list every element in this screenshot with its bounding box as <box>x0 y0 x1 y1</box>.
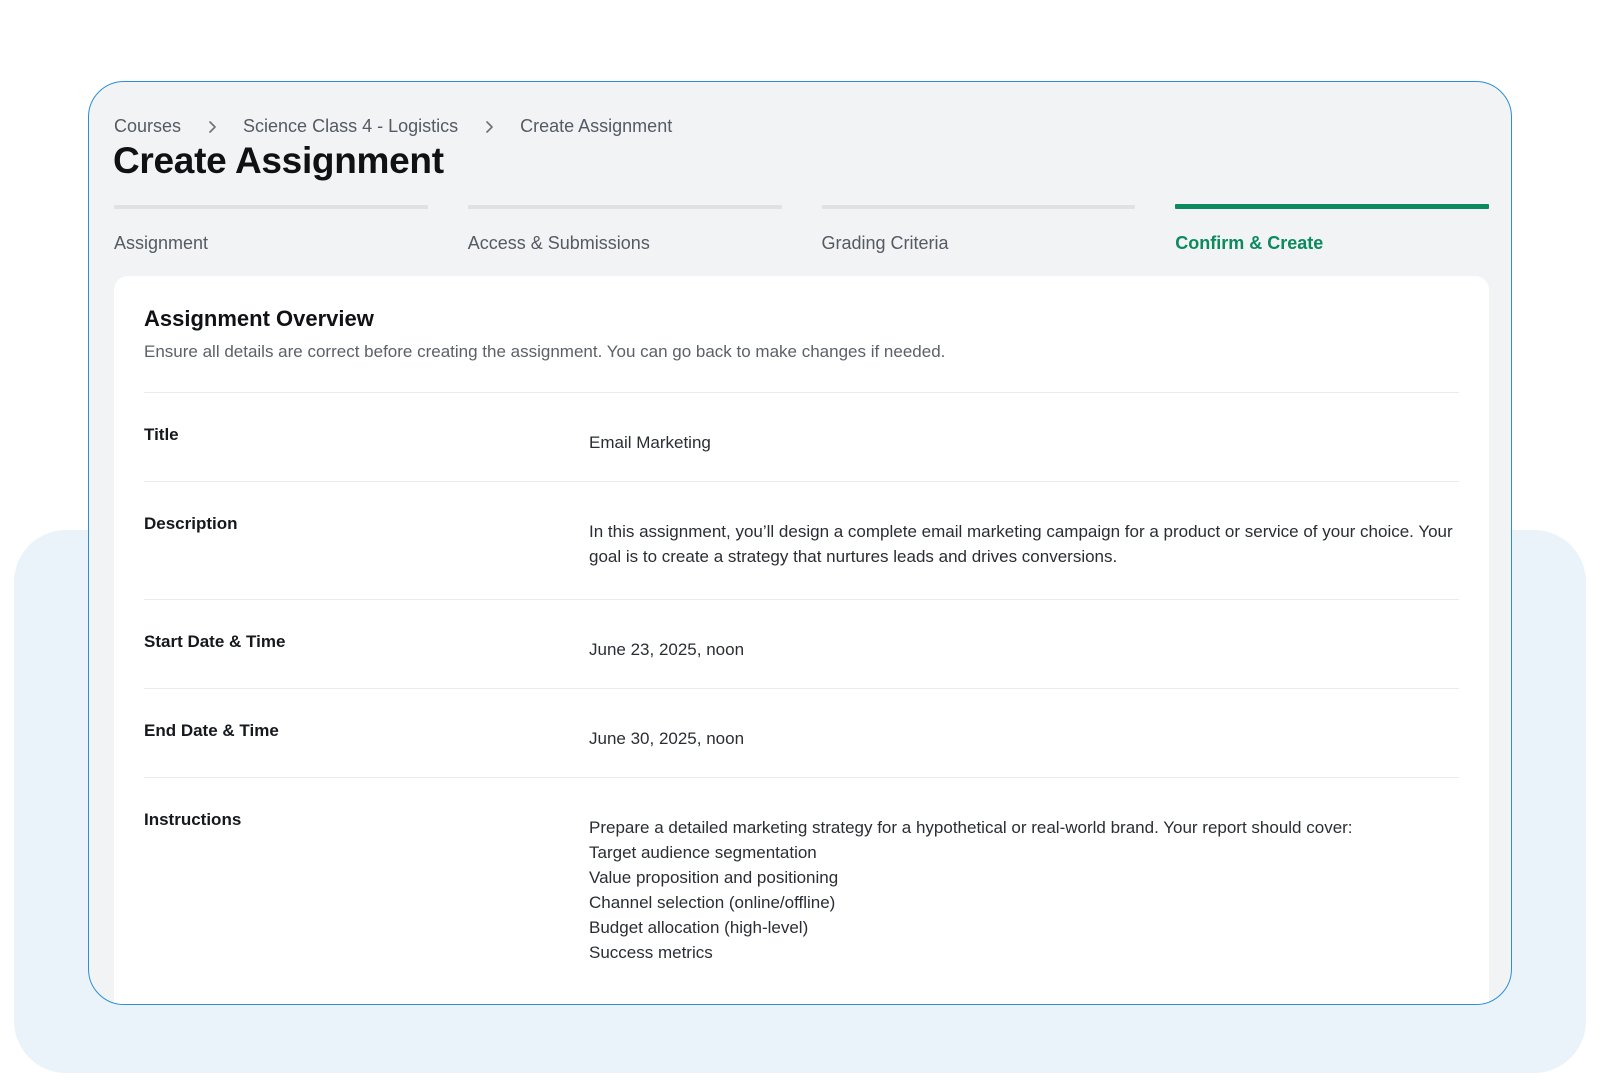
step-progress-bar <box>114 205 428 209</box>
step-access-submissions[interactable]: Access & Submissions <box>467 205 782 254</box>
field-value: Prepare a detailed marketing strategy fo… <box>589 810 1459 965</box>
field-label: End Date & Time <box>144 721 279 740</box>
breadcrumb-item-courses[interactable]: Courses <box>114 116 181 137</box>
overview-row-start-date: Start Date & Time June 23, 2025, noon <box>144 600 1459 689</box>
chevron-right-icon <box>181 116 243 137</box>
overview-row-title: Title Email Marketing <box>144 393 1459 482</box>
instruction-line: Value proposition and positioning <box>589 868 839 887</box>
step-label: Access & Submissions <box>467 233 650 253</box>
field-label: Instructions <box>144 810 242 829</box>
overview-row-description: Description In this assignment, you’ll d… <box>144 482 1459 600</box>
field-label: Start Date & Time <box>144 632 286 651</box>
instruction-line: Target audience segmentation <box>589 843 817 862</box>
field-value: Email Marketing <box>589 433 711 452</box>
instruction-line: Success metrics <box>589 943 713 962</box>
overview-list: Title Email Marketing Description In thi… <box>144 392 1459 995</box>
step-label: Confirm & Create <box>1175 233 1324 253</box>
field-value: June 23, 2025, noon <box>589 640 745 659</box>
step-progress-bar <box>821 205 1136 209</box>
step-label: Grading Criteria <box>821 233 949 253</box>
step-grading-criteria[interactable]: Grading Criteria <box>821 205 1136 254</box>
step-label: Assignment <box>114 233 209 253</box>
card-subtitle: Ensure all details are correct before cr… <box>144 342 946 361</box>
stepper: Assignment Access & Submissions Grading … <box>114 204 1489 254</box>
app-window: Courses Science Class 4 - Logistics Crea… <box>88 81 1512 1005</box>
field-value: In this assignment, you’ll design a comp… <box>589 522 1453 566</box>
page-title: Create Assignment <box>113 140 444 181</box>
step-assignment[interactable]: Assignment <box>114 205 428 254</box>
instruction-line: Channel selection (online/offline) <box>589 893 836 912</box>
instruction-line: Budget allocation (high-level) <box>589 918 809 937</box>
breadcrumb: Courses Science Class 4 - Logistics Crea… <box>114 116 672 137</box>
card-title: Assignment Overview <box>144 306 374 331</box>
overview-row-instructions: Instructions Prepare a detailed marketin… <box>144 778 1459 995</box>
instruction-line: Prepare a detailed marketing strategy fo… <box>589 818 1353 837</box>
breadcrumb-item-current: Create Assignment <box>520 116 673 136</box>
field-value: June 30, 2025, noon <box>589 729 745 748</box>
assignment-overview-card: Assignment Overview Ensure all details a… <box>114 276 1489 1004</box>
overview-row-end-date: End Date & Time June 30, 2025, noon <box>144 689 1459 778</box>
field-label: Title <box>144 425 179 444</box>
chevron-right-icon <box>458 116 520 137</box>
step-progress-bar <box>467 205 782 209</box>
step-confirm-create[interactable]: Confirm & Create <box>1175 204 1489 254</box>
breadcrumb-item-course[interactable]: Science Class 4 - Logistics <box>243 116 458 137</box>
step-progress-bar <box>1175 204 1489 209</box>
field-label: Description <box>144 514 238 533</box>
